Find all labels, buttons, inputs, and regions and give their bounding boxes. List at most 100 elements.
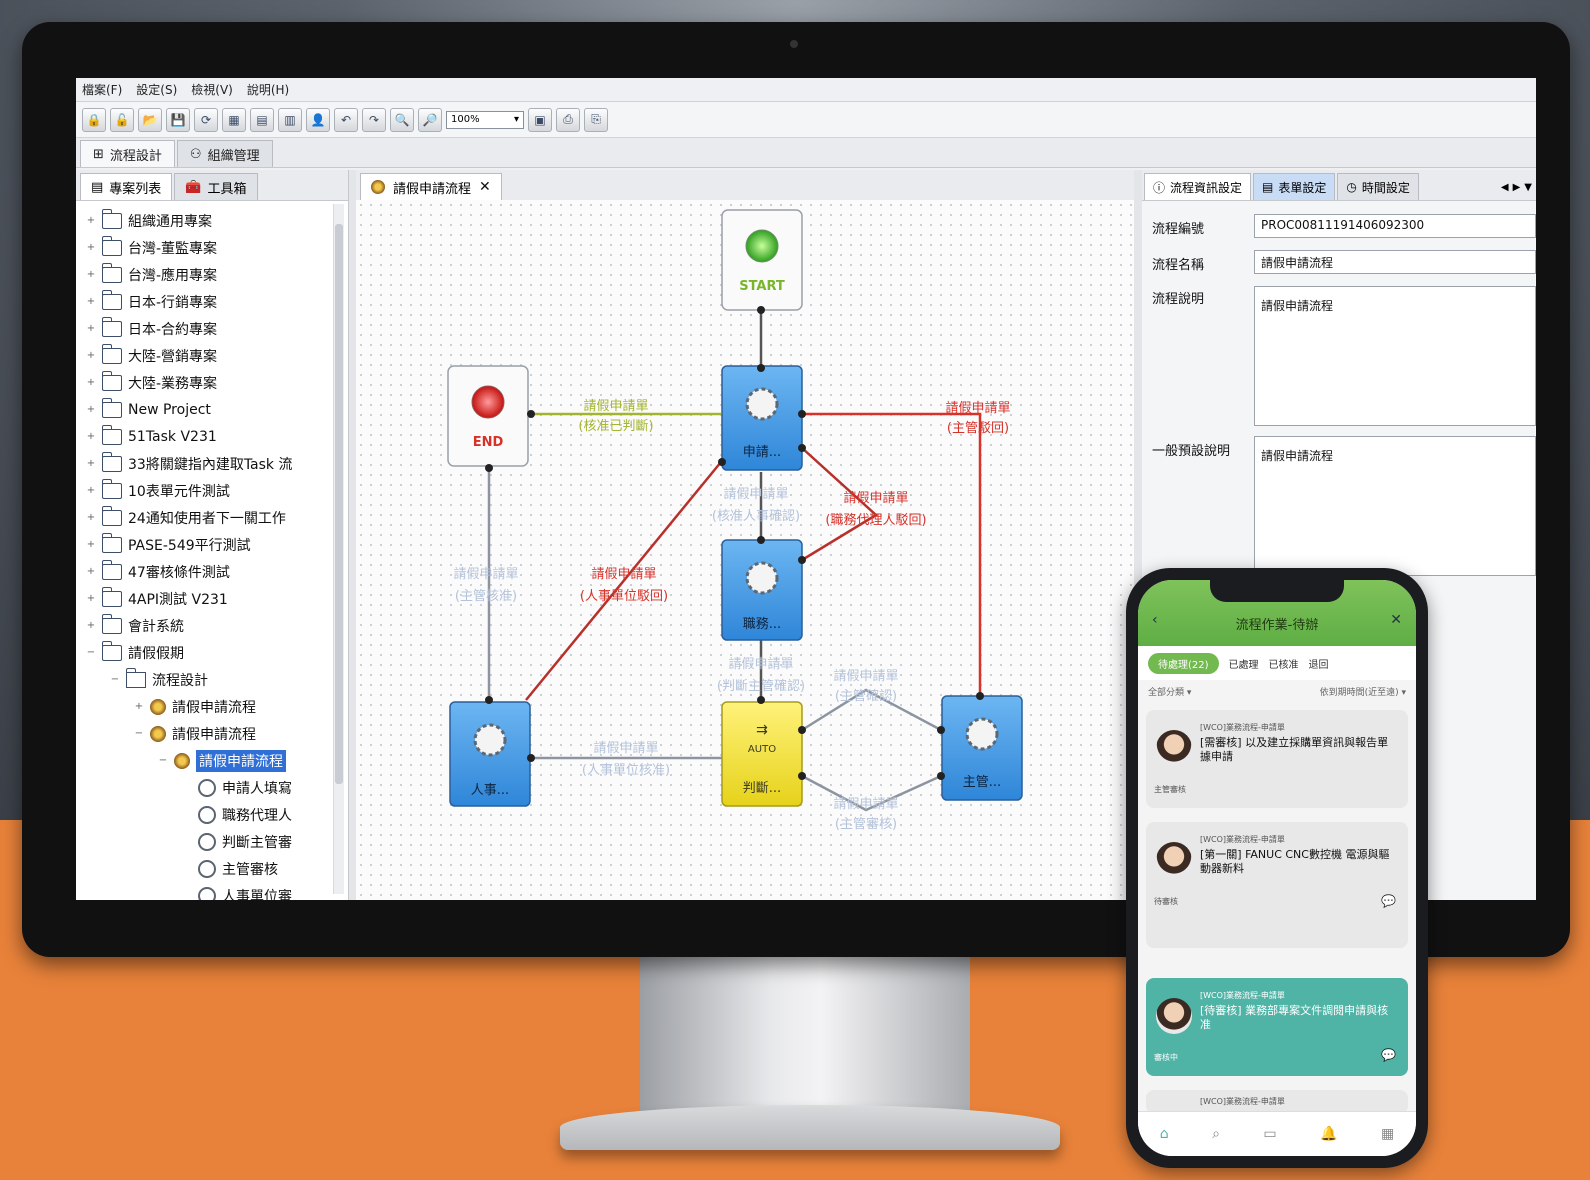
category-select[interactable]: 全部分類 ▾ — [1148, 685, 1191, 698]
tree-item[interactable]: + 組織通用專案 — [76, 207, 348, 234]
document-edit-icon[interactable]: ▥ — [278, 107, 302, 132]
menu-view[interactable]: 檢視(V) — [191, 81, 233, 98]
save-icon[interactable]: 💾 — [166, 107, 190, 132]
tab-process-canvas[interactable]: 請假申請流程 ✕ — [360, 173, 502, 200]
bell-icon[interactable]: 🔔 — [1320, 1126, 1337, 1142]
chat-icon[interactable]: 💬 — [1381, 1048, 1396, 1062]
tab-form-settings[interactable]: ▤ 表單設定 — [1253, 173, 1336, 200]
tree-item[interactable]: + 大陸-營銷專案 — [76, 342, 348, 369]
tree-item[interactable]: − 請假假期 — [76, 639, 348, 666]
process-desc-field[interactable]: 請假申請流程 — [1254, 286, 1536, 426]
menu-help[interactable]: 說明(H) — [247, 81, 289, 98]
hr-activity-node[interactable]: 人事... — [449, 701, 531, 807]
zoom-select[interactable]: 100% ▾ — [446, 110, 524, 129]
apply-activity-node[interactable]: 申請... — [721, 365, 803, 471]
tab-project-list[interactable]: ▤ 專案列表 — [80, 173, 173, 200]
user-icon[interactable]: 👤 — [306, 107, 330, 132]
refresh-icon[interactable]: ⟳ — [194, 107, 218, 132]
task-card[interactable]: [WCO]業務流程-申請單 [待審核] 業務部專案文件調閱申請與核准 審核中 💬 — [1146, 978, 1408, 1076]
tree-item[interactable]: +10表單元件測試 — [76, 477, 348, 504]
filter-tab-approved[interactable]: 已核准 — [1269, 656, 1299, 671]
tree-item[interactable]: +33將關鍵指內建取Task 流 — [76, 450, 348, 477]
tree-item[interactable]: + 日本-行銷專案 — [76, 288, 348, 315]
tree-scrollbar[interactable] — [333, 204, 344, 894]
tree-expander-icon[interactable]: + — [86, 566, 96, 577]
filter-chip-pending[interactable]: 待處理(22) — [1148, 652, 1219, 674]
tree-item[interactable]: + New Project — [76, 396, 348, 423]
close-icon[interactable]: ✕ — [1390, 612, 1402, 628]
tree-item[interactable]: 職務代理人 — [76, 801, 348, 828]
folder-icon[interactable]: ▭ — [1263, 1126, 1276, 1142]
flow-canvas[interactable]: 請假申請單 (核准已判斷) 請假申請單 (主管駁回) 請假申請單 (職務代理人駁… — [356, 200, 1134, 900]
tab-toolbox[interactable]: 🧰 工具箱 — [174, 173, 258, 200]
tree-expander-icon[interactable]: + — [86, 377, 96, 388]
tree-item[interactable]: 主管審核 — [76, 855, 348, 882]
task-card[interactable]: [WCO]業務流程-申請單 [需審核] 以及建立採購單資訊與報告單據申請 主管審… — [1146, 710, 1408, 808]
grid-icon[interactable]: ▦ — [222, 107, 246, 132]
edge-apply-manager[interactable] — [802, 412, 982, 700]
tree-item[interactable]: +47審核條件測試 — [76, 558, 348, 585]
tree-item[interactable]: +24通知使用者下一關工作 — [76, 504, 348, 531]
tree-expander-icon[interactable]: + — [86, 269, 96, 280]
tree-item[interactable]: 人事單位審 — [76, 882, 348, 900]
sort-select[interactable]: 依到期時間(近至遠) ▾ — [1320, 685, 1406, 698]
tab-process-design[interactable]: ⊞ 流程設計 — [80, 140, 175, 167]
chevron-left-icon[interactable]: ◀ — [1501, 182, 1509, 193]
tree-expander-icon[interactable]: + — [134, 701, 144, 712]
tree-expander-icon[interactable]: + — [86, 539, 96, 550]
tree-item[interactable]: − 請假申請流程 — [76, 747, 348, 774]
tree-item[interactable]: + 台灣-應用專案 — [76, 261, 348, 288]
tab-process-info[interactable]: ⓘ 流程資訊設定 — [1144, 173, 1252, 200]
tab-time-settings[interactable]: ◷ 時間設定 — [1337, 173, 1419, 200]
auto-decision-node[interactable]: ⇉ AUTO 判斷... — [721, 701, 803, 807]
tree-item[interactable]: 申請人填寫 — [76, 774, 348, 801]
chat-icon[interactable]: 💬 — [1381, 894, 1396, 908]
tab-org-management[interactable]: ⚇ 組織管理 — [176, 140, 273, 167]
agent-activity-node[interactable]: 職務... — [721, 539, 803, 641]
lock-icon[interactable]: 🔒 — [82, 107, 106, 132]
tree-item[interactable]: − 流程設計 — [76, 666, 348, 693]
zoom-out-icon[interactable]: 🔎 — [418, 107, 442, 132]
tree-item[interactable]: + 會計系統 — [76, 612, 348, 639]
filter-tab-processed[interactable]: 已處理 — [1229, 656, 1259, 671]
tree-item[interactable]: + 大陸-業務專案 — [76, 369, 348, 396]
process-id-field[interactable]: PROC00811191406092300 — [1254, 214, 1536, 238]
tree-expander-icon[interactable]: + — [86, 485, 96, 496]
fit-icon[interactable]: ▣ — [528, 107, 552, 132]
tree-expander-icon[interactable]: − — [86, 647, 96, 658]
task-card[interactable]: [WCO]業務流程-申請單 [第一關] FANUC CNC數控機 電源與驅動器新… — [1146, 822, 1408, 948]
redo-icon[interactable]: ↷ — [362, 107, 386, 132]
tree-item[interactable]: + PASE-549平行測試 — [76, 531, 348, 558]
tree-item[interactable]: − 請假申請流程 — [76, 720, 348, 747]
tree-expander-icon[interactable]: − — [158, 755, 168, 766]
tree-expander-icon[interactable]: + — [86, 323, 96, 334]
zoom-in-icon[interactable]: 🔍 — [390, 107, 414, 132]
tree-expander-icon[interactable]: + — [86, 458, 96, 469]
tree-item[interactable]: +51Task V231 — [76, 423, 348, 450]
tree-expander-icon[interactable]: − — [110, 674, 120, 685]
document-icon[interactable]: ▤ — [250, 107, 274, 132]
open-folder-icon[interactable]: 📂 — [138, 107, 162, 132]
manager-activity-node[interactable]: 主管... — [941, 695, 1023, 801]
end-node[interactable]: END — [447, 365, 529, 467]
tree-item[interactable]: + 日本-合約專案 — [76, 315, 348, 342]
menu-file[interactable]: 檔案(F) — [82, 81, 122, 98]
print-icon[interactable]: ⎙ — [556, 107, 580, 132]
default-desc-field[interactable]: 請假申請流程 — [1254, 436, 1536, 576]
process-name-field[interactable]: 請假申請流程 — [1254, 250, 1536, 274]
tree-expander-icon[interactable]: + — [86, 620, 96, 631]
chevron-down-icon[interactable]: ▼ — [1524, 182, 1532, 193]
tree-item[interactable]: + 台灣-董監專案 — [76, 234, 348, 261]
undo-icon[interactable]: ↶ — [334, 107, 358, 132]
start-node[interactable]: START — [721, 209, 803, 311]
menu-settings[interactable]: 設定(S) — [136, 81, 177, 98]
unlock-icon[interactable]: 🔓 — [110, 107, 134, 132]
search-icon[interactable]: ⌕ — [1212, 1126, 1220, 1142]
tree-item[interactable]: 判斷主管審 — [76, 828, 348, 855]
chevron-right-icon[interactable]: ▶ — [1513, 182, 1521, 193]
close-icon[interactable]: ✕ — [479, 179, 491, 195]
tree-expander-icon[interactable]: + — [86, 242, 96, 253]
tree-expander-icon[interactable]: + — [86, 512, 96, 523]
tree-expander-icon[interactable]: + — [86, 404, 96, 415]
tree-expander-icon[interactable]: + — [86, 350, 96, 361]
